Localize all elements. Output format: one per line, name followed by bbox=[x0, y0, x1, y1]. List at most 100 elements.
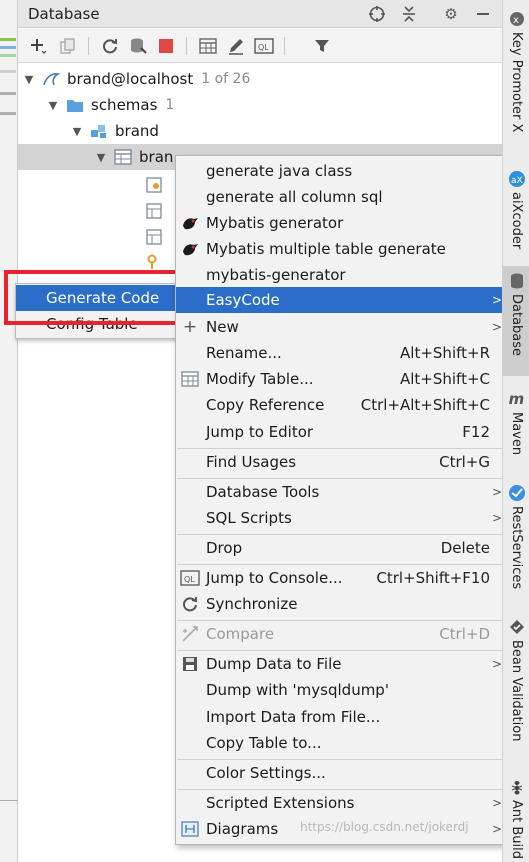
tab-bean-validation[interactable]: Bean Validation bbox=[503, 612, 529, 741]
diff-marker bbox=[0, 38, 16, 41]
chevron-right-icon: > bbox=[491, 511, 502, 525]
menu-item-copy-table[interactable]: Copy Table to... bbox=[176, 730, 506, 756]
menu-item-mysqldump[interactable]: Dump with 'mysqldump' bbox=[176, 677, 506, 703]
add-icon[interactable] bbox=[26, 34, 50, 58]
menu-item-modify-table[interactable]: Modify Table... Alt+Shift+C bbox=[176, 366, 506, 392]
gear-icon[interactable]: ⚙ bbox=[440, 3, 462, 25]
refresh-icon[interactable] bbox=[98, 34, 122, 58]
tool-window-header: Database ⚙ bbox=[18, 0, 502, 28]
menu-item-scripted-extensions[interactable]: Scripted Extensions > bbox=[176, 790, 506, 816]
menu-item-import-data[interactable]: Import Data from File... bbox=[176, 704, 506, 730]
menu-item-easycode[interactable]: EasyCode > bbox=[176, 287, 506, 313]
menu-item-dump-data[interactable]: Dump Data to File > bbox=[176, 651, 506, 677]
column-icon bbox=[146, 203, 162, 219]
menu-item-synchronize[interactable]: Synchronize bbox=[176, 591, 506, 617]
bean-validation-icon bbox=[508, 618, 526, 636]
chevron-down-icon[interactable]: ▼ bbox=[70, 125, 84, 138]
menu-item-compare[interactable]: Compare Ctrl+D bbox=[176, 621, 506, 647]
minimize-icon[interactable] bbox=[472, 3, 494, 25]
diagram-icon bbox=[180, 819, 200, 839]
key-icon bbox=[146, 254, 162, 270]
toolbar-separator bbox=[88, 37, 89, 55]
menu-item-database-tools[interactable]: Database Tools > bbox=[176, 479, 506, 505]
key-column-icon bbox=[146, 177, 162, 193]
menu-item-copy-reference[interactable]: Copy Reference Ctrl+Alt+Shift+C bbox=[176, 392, 506, 418]
console-icon: QL bbox=[180, 568, 200, 588]
chevron-right-icon: > bbox=[491, 320, 502, 334]
diff-marker bbox=[0, 46, 16, 49]
menu-item-mybatis-generator[interactable]: Mybatis generator bbox=[176, 210, 506, 236]
table-icon bbox=[180, 369, 200, 389]
menu-item-mybatis-multiple[interactable]: Mybatis multiple table generate bbox=[176, 236, 506, 262]
refresh-icon bbox=[180, 594, 200, 614]
folder-icon bbox=[66, 97, 84, 113]
database-icon bbox=[508, 272, 526, 290]
mysql-datasource-icon bbox=[42, 71, 61, 87]
toolbar-separator bbox=[284, 37, 285, 55]
menu-item-drop[interactable]: Drop Delete bbox=[176, 535, 506, 561]
aixcoder-icon: aX bbox=[508, 170, 526, 188]
mybatis-bird-icon bbox=[180, 213, 200, 233]
schema-settings-icon[interactable] bbox=[126, 34, 150, 58]
editor-gutter bbox=[0, 0, 18, 862]
svg-text:QL: QL bbox=[258, 43, 269, 52]
collapse-all-icon[interactable] bbox=[398, 3, 420, 25]
menu-item-color-settings[interactable]: Color Settings... bbox=[176, 760, 506, 786]
tab-key-promoter-x[interactable]: x Key Promoter X bbox=[503, 4, 529, 132]
chevron-right-icon: > bbox=[491, 657, 502, 671]
schema-label: brand bbox=[115, 122, 159, 140]
schemas-label: schemas bbox=[91, 96, 158, 114]
tab-ant-build[interactable]: Ant Build bbox=[503, 772, 529, 859]
restservices-icon bbox=[508, 484, 526, 502]
console-icon[interactable]: QL bbox=[252, 34, 276, 58]
tab-restservices[interactable]: RestServices bbox=[503, 478, 529, 589]
menu-item-generate-java-class[interactable]: generate java class bbox=[176, 158, 506, 184]
menu-item-generate-column-sql[interactable]: generate all column sql bbox=[176, 184, 506, 210]
tab-aixcoder[interactable]: aX aiXcoder bbox=[503, 164, 529, 249]
highlight-annotation-box bbox=[4, 270, 188, 325]
diff-marker bbox=[0, 92, 16, 95]
context-menu: generate java class generate all column … bbox=[175, 155, 507, 845]
chevron-down-icon[interactable]: ▼ bbox=[22, 73, 36, 86]
database-toolbar: QL bbox=[18, 29, 502, 63]
diff-marker bbox=[0, 112, 16, 115]
divider bbox=[0, 800, 18, 801]
tab-maven[interactable]: m Maven bbox=[503, 384, 529, 455]
chevron-right-icon: > bbox=[491, 822, 502, 836]
column-icon bbox=[146, 229, 162, 245]
tab-database[interactable]: Database bbox=[503, 266, 529, 376]
schemas-count: 1 bbox=[165, 97, 175, 113]
chevron-right-icon: > bbox=[491, 293, 502, 307]
menu-item-rename[interactable]: Rename... Alt+Shift+R bbox=[176, 340, 506, 366]
table-editor-icon[interactable] bbox=[196, 34, 220, 58]
menu-item-jump-to-editor[interactable]: Jump to Editor F12 bbox=[176, 419, 506, 445]
menu-item-mybatis-generator-plugin[interactable]: mybatis-generator bbox=[176, 262, 506, 288]
watermark-text: https://blog.csdn.net/jokerdj bbox=[300, 820, 469, 834]
tool-window-title: Database bbox=[28, 5, 100, 23]
stop-icon[interactable] bbox=[154, 34, 178, 58]
tree-node-schemas[interactable]: ▼ schemas 1 bbox=[46, 92, 175, 118]
tree-node-schema-brand[interactable]: ▼ brand bbox=[70, 118, 159, 144]
menu-item-find-usages[interactable]: Find Usages Ctrl+G bbox=[176, 449, 506, 475]
maven-icon: m bbox=[508, 390, 525, 408]
right-tool-stripe: x Key Promoter X aX aiXcoder Database m … bbox=[502, 0, 529, 862]
tree-node-datasource[interactable]: ▼ brand@localhost 1 of 26 bbox=[22, 66, 251, 92]
svg-text:aX: aX bbox=[511, 176, 523, 186]
chevron-down-icon[interactable]: ▼ bbox=[46, 99, 60, 112]
save-icon bbox=[180, 654, 200, 674]
menu-item-new[interactable]: + New > bbox=[176, 314, 506, 340]
chevron-down-icon[interactable]: ▼ bbox=[94, 151, 108, 164]
mybatis-bird-icon bbox=[180, 239, 200, 259]
menu-item-sql-scripts[interactable]: SQL Scripts > bbox=[176, 505, 506, 531]
duplicate-icon[interactable] bbox=[56, 34, 80, 58]
table-icon bbox=[114, 149, 132, 165]
diff-marker bbox=[0, 54, 16, 57]
datasource-label: brand@localhost bbox=[67, 70, 194, 88]
menu-item-jump-to-console[interactable]: QL Jump to Console... Ctrl+Shift+F10 bbox=[176, 565, 506, 591]
diff-marker bbox=[0, 70, 16, 73]
schema-icon bbox=[90, 123, 108, 139]
target-icon[interactable] bbox=[366, 3, 388, 25]
svg-text:x: x bbox=[513, 15, 519, 26]
edit-icon[interactable] bbox=[224, 34, 248, 58]
filter-icon[interactable] bbox=[310, 34, 334, 58]
